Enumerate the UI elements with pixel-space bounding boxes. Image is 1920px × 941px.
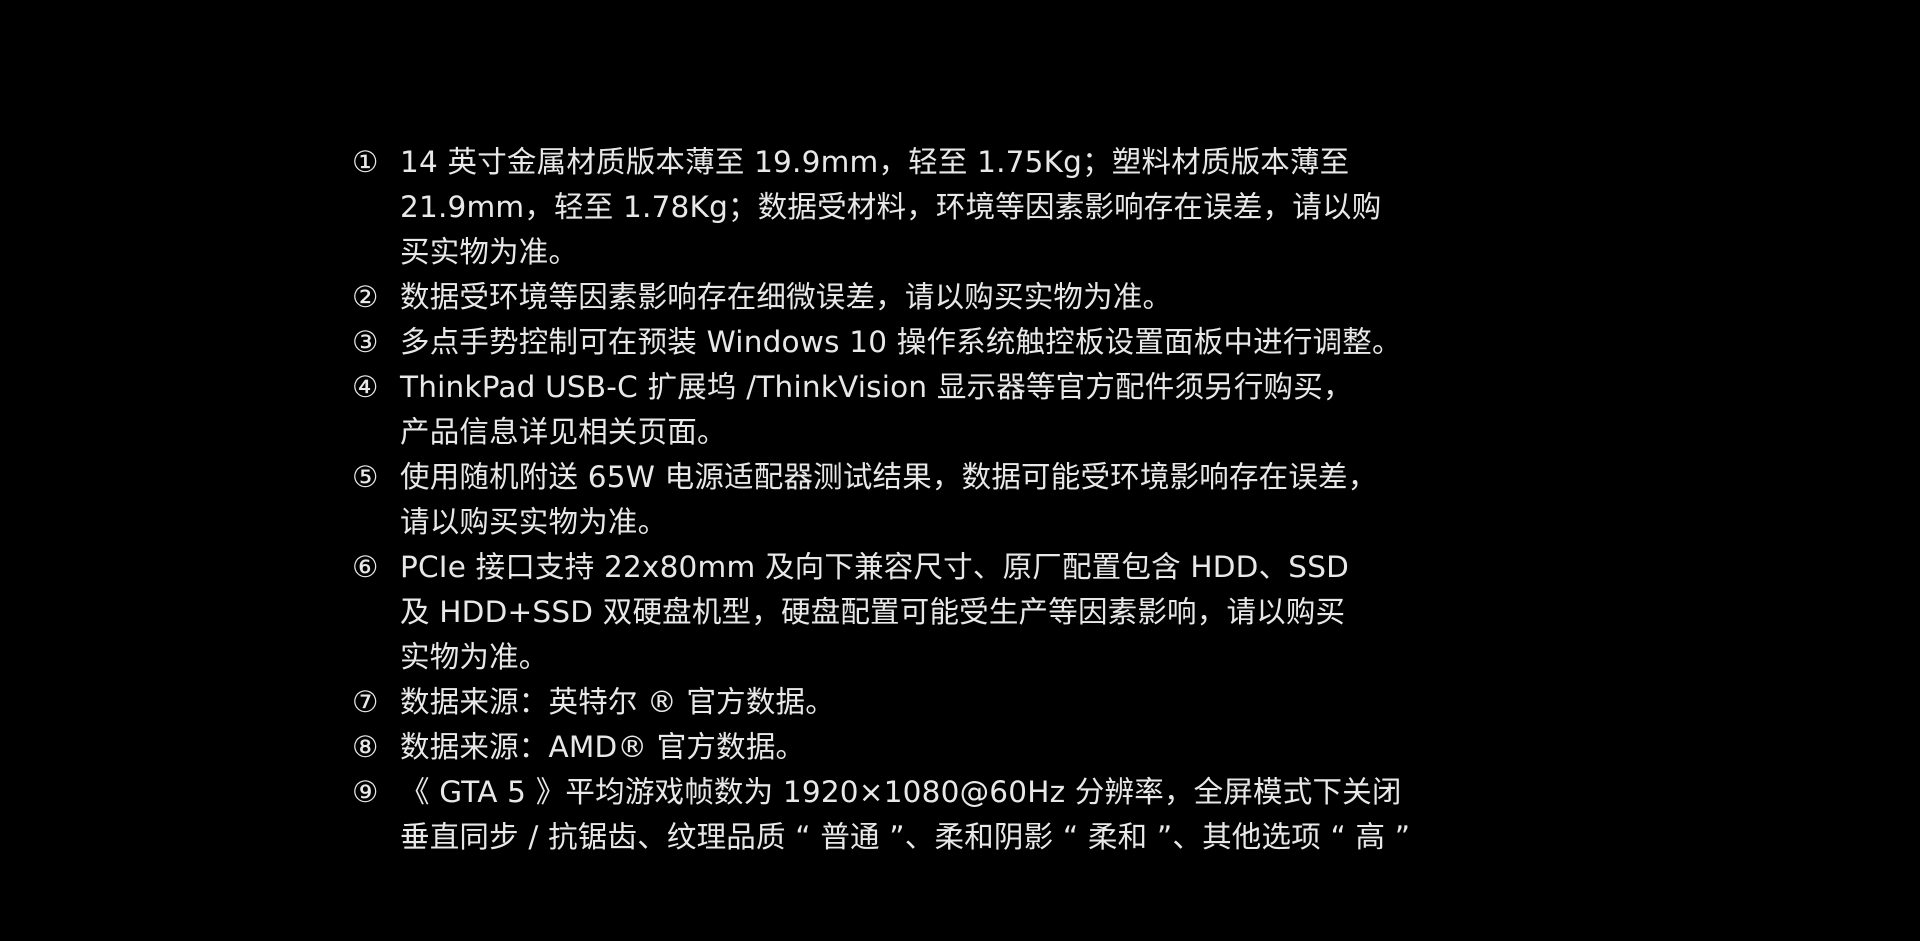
footnote-marker: ③ — [352, 325, 379, 359]
footnote-marker: ⑥ — [352, 550, 379, 584]
footnote-text-line: 多点手势控制可在预装 Windows 10 操作系统触控板设置面板中进行调整。 — [400, 325, 1402, 359]
footnote-marker: ① — [352, 145, 379, 179]
footnote-text-line: 数据来源：AMD® 官方数据。 — [400, 730, 806, 764]
footnote-7: ⑦ 数据来源：英特尔 ® 官方数据。 — [352, 680, 1912, 725]
footnote-text-line: 14 英寸金属材质版本薄至 19.9mm，轻至 1.75Kg；塑料材质版本薄至 — [400, 145, 1350, 179]
footnote-marker: ⑦ — [352, 685, 379, 719]
footnote-6: ⑥ PCIe 接口支持 22x80mm 及向下兼容尺寸、原厂配置包含 HDD、S… — [352, 545, 1912, 680]
footnote-5: ⑤ 使用随机附送 65W 电源适配器测试结果，数据可能受环境影响存在误差， 请以… — [352, 455, 1912, 545]
footnotes-list: ① 14 英寸金属材质版本薄至 19.9mm，轻至 1.75Kg；塑料材质版本薄… — [352, 140, 1912, 860]
footnote-text-line: 使用随机附送 65W 电源适配器测试结果，数据可能受环境影响存在误差， — [400, 460, 1378, 494]
footnote-marker: ⑤ — [352, 460, 379, 494]
footnote-marker: ⑨ — [352, 775, 379, 809]
footnote-marker: ② — [352, 280, 379, 314]
footnote-text-line: 买实物为准。 — [400, 235, 579, 269]
footnote-text-line: 请以购买实物为准。 — [400, 505, 668, 539]
footnote-9: ⑨ 《 GTA 5 》平均游戏帧数为 1920×1080@60Hz 分辨率，全屏… — [352, 770, 1912, 860]
footnote-text-line: 及 HDD+SSD 双硬盘机型，硬盘配置可能受生产等因素影响，请以购买 — [400, 595, 1346, 629]
footnote-text-line: 《 GTA 5 》平均游戏帧数为 1920×1080@60Hz 分辨率，全屏模式… — [400, 775, 1402, 809]
footnote-4: ④ ThinkPad USB-C 扩展坞 /ThinkVision 显示器等官方… — [352, 365, 1912, 455]
footnote-text-line: 垂直同步 / 抗锯齿、纹理品质 “ 普通 ”、柔和阴影 “ 柔和 ”、其他选项 … — [400, 820, 1411, 854]
footnote-text-line: 实物为准。 — [400, 640, 549, 674]
footnote-text-line: 数据来源：英特尔 ® 官方数据。 — [400, 685, 835, 719]
footnote-text-line: 数据受环境等因素影响存在细微误差，请以购买实物为准。 — [400, 280, 1173, 314]
footnote-marker: ⑧ — [352, 730, 379, 764]
footnote-text-line: 21.9mm，轻至 1.78Kg；数据受材料，环境等因素影响存在误差，请以购 — [400, 190, 1382, 224]
footnote-text-line: 产品信息详见相关页面。 — [400, 415, 727, 449]
footnote-text-line: PCIe 接口支持 22x80mm 及向下兼容尺寸、原厂配置包含 HDD、SSD — [400, 550, 1350, 584]
footnote-text-line: ThinkPad USB-C 扩展坞 /ThinkVision 显示器等官方配件… — [400, 370, 1353, 404]
footnote-8: ⑧ 数据来源：AMD® 官方数据。 — [352, 725, 1912, 770]
footnote-3: ③ 多点手势控制可在预装 Windows 10 操作系统触控板设置面板中进行调整… — [352, 320, 1912, 365]
footnote-1: ① 14 英寸金属材质版本薄至 19.9mm，轻至 1.75Kg；塑料材质版本薄… — [352, 140, 1912, 275]
footnote-marker: ④ — [352, 370, 379, 404]
footnote-2: ② 数据受环境等因素影响存在细微误差，请以购买实物为准。 — [352, 275, 1912, 320]
